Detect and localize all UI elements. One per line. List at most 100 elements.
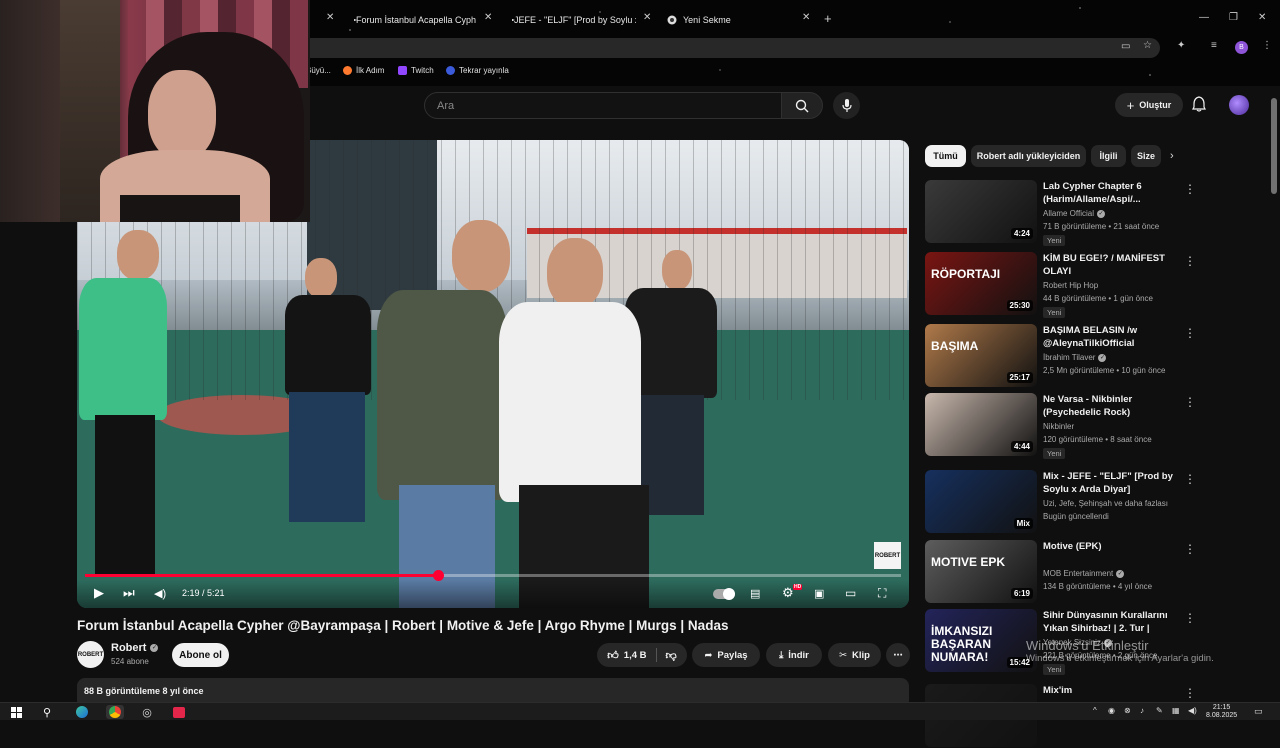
pen-icon[interactable]: ✎ <box>1156 706 1163 715</box>
microphone-icon[interactable]: ♪ <box>1140 706 1144 715</box>
bookmark-item[interactable]: Tekrar yayınla <box>446 66 509 75</box>
video-thumbnail[interactable]: BAŞIMA 25:17 <box>925 324 1037 387</box>
edge-icon[interactable] <box>75 705 89 719</box>
recommendation-item[interactable]: RÖPORTAJI 25:30 KİM BU EGE!? / MANİFEST OL… <box>925 252 1260 318</box>
search-icon[interactable]: ⚲ <box>40 705 54 719</box>
recommendation-item[interactable]: BAŞIMA 25:17 BAŞIMA BELASIN /w @AleynaTilk… <box>925 324 1260 388</box>
app-red-icon[interactable] <box>172 705 186 719</box>
video-thumbnail[interactable]: Mix <box>925 470 1037 533</box>
windows-start-icon[interactable] <box>9 705 23 719</box>
chip-for-you[interactable]: Size <box>1131 145 1161 167</box>
more-vertical-icon[interactable]: ⋮ <box>1184 542 1196 556</box>
tray-chevron-icon[interactable]: ^ <box>1093 706 1097 715</box>
chip-all[interactable]: Tümü <box>925 145 966 167</box>
recommendation-item[interactable]: Mix Mix - JEFE - "ELJF" [Prod by Soylu x … <box>925 470 1260 534</box>
tab-close-icon[interactable]: ✕ <box>326 12 334 23</box>
chip-from-uploader[interactable]: Robert adlı yükleyiciden <box>971 145 1086 167</box>
recommendation-title[interactable]: KİM BU EGE!? / MANİFEST OLAYI <box>1043 252 1183 278</box>
chip-related[interactable]: İlgili <box>1091 145 1126 167</box>
share-button[interactable]: ➦ Paylaş <box>692 643 760 667</box>
minimize-icon[interactable]: — <box>1199 12 1209 23</box>
tab-close-icon[interactable]: ✕ <box>484 12 492 23</box>
more-vertical-icon[interactable]: ⋮ <box>1184 395 1196 409</box>
bookmark-star-icon[interactable]: ☆ <box>1143 40 1152 51</box>
more-vertical-icon[interactable]: ⋮ <box>1184 611 1196 625</box>
download-button[interactable]: ⤓ İndir <box>766 643 822 667</box>
close-window-icon[interactable]: ✕ <box>1258 12 1266 23</box>
miniplayer-icon[interactable]: ▣ <box>814 587 824 600</box>
recommendation-channel[interactable]: Allame Official ✓ <box>1043 209 1105 218</box>
recommendation-title[interactable]: Mix - JEFE - "ELJF" [Prod by Soylu x Ard… <box>1043 470 1183 496</box>
tab-close-icon[interactable]: ✕ <box>643 12 651 23</box>
fullscreen-icon[interactable]: ⛶ <box>878 586 886 601</box>
subtitles-icon[interactable]: ▤ <box>750 587 760 600</box>
clip-button[interactable]: ✂ Klip <box>828 643 881 667</box>
profile-avatar[interactable]: B <box>1235 41 1248 54</box>
notification-center-icon[interactable]: ▭ <box>1254 706 1263 717</box>
video-thumbnail[interactable]: RÖPORTAJI 25:30 <box>925 252 1037 315</box>
network-icon[interactable]: ▦ <box>1172 706 1180 715</box>
search-button[interactable] <box>781 92 823 119</box>
more-vertical-icon[interactable]: ⋮ <box>1184 686 1196 700</box>
recommendation-title[interactable]: Sihir Dünyasının Kurallarını Yıkan Sihir… <box>1043 609 1183 636</box>
scrollbar[interactable] <box>1271 98 1277 194</box>
cast-icon[interactable]: ▭ <box>1121 41 1130 52</box>
channel-avatar[interactable]: ROBERT <box>77 641 104 668</box>
video-thumbnail[interactable]: 4:44 <box>925 393 1037 456</box>
tab-new-tab[interactable]: Yeni Sekme <box>667 9 787 31</box>
recommendation-channel[interactable]: MOB Entertainment ✓ <box>1043 569 1125 578</box>
recommendation-title[interactable]: Mix'im <box>1043 684 1183 697</box>
autoplay-toggle[interactable] <box>713 588 735 600</box>
recommendation-channel[interactable]: Uzi, Jefe, Şehinşah ve daha fazlası <box>1043 499 1168 508</box>
notifications-button[interactable] <box>1192 96 1206 117</box>
tab-forum-cypher[interactable]: Forum İstanbul Acapella Cypher <box>350 9 476 31</box>
volume-icon[interactable]: ◀) <box>154 587 166 600</box>
recommendation-title[interactable]: Ne Varsa - Nikbinler (Psychedelic Rock) <box>1043 393 1183 419</box>
video-thumbnail[interactable]: MOTIVE EPK 6:19 <box>925 540 1037 603</box>
create-button[interactable]: + Oluştur <box>1115 93 1183 117</box>
recommendation-channel[interactable]: İbrahim Tilaver ✓ <box>1043 353 1107 362</box>
play-icon[interactable]: ▶ <box>94 585 104 601</box>
like-button[interactable]: 👍︎ 1,4 B <box>607 649 646 662</box>
account-avatar[interactable] <box>1229 95 1249 115</box>
recommendation-title[interactable]: Motive (EPK) <box>1043 540 1183 553</box>
system-clock[interactable]: 21:15 8.08.2025 <box>1206 704 1237 720</box>
recommendation-channel[interactable]: Robert Hip Hop <box>1043 281 1098 290</box>
volume-icon[interactable]: ◀) <box>1188 706 1197 715</box>
more-vertical-icon[interactable]: ⋮ <box>1184 472 1196 486</box>
dislike-button[interactable]: 👎︎ <box>666 649 677 662</box>
more-vertical-icon[interactable]: ⋮ <box>1184 182 1196 196</box>
recommendation-title[interactable]: BAŞIMA BELASIN /w @AleynaTilkiOfficial <box>1043 324 1183 350</box>
theater-mode-icon[interactable]: ▭ <box>845 586 856 600</box>
recommendation-channel[interactable]: Nikbinler <box>1043 422 1074 431</box>
tab-close-icon[interactable]: ✕ <box>802 12 810 23</box>
chevron-right-icon[interactable]: › <box>1170 150 1174 162</box>
recommendation-item[interactable]: 4:44 Ne Varsa - Nikbinler (Psychedelic Ro… <box>925 393 1260 459</box>
tray-app-icon[interactable]: ⊗ <box>1124 706 1131 715</box>
bookmark-item[interactable]: Twitch <box>398 66 434 75</box>
settings-gear-icon[interactable]: ⚙ <box>782 585 794 601</box>
media-icon[interactable]: ≡ <box>1211 40 1217 51</box>
video-thumbnail[interactable]: 4:24 <box>925 180 1037 243</box>
recommendation-item[interactable]: MOTIVE EPK 6:19 Motive (EPK) MOB Entertainm… <box>925 540 1260 604</box>
extensions-icon[interactable]: ✦ <box>1177 40 1185 51</box>
search-input[interactable]: Ara <box>424 92 782 119</box>
more-actions-button[interactable]: ⋯ <box>886 643 910 667</box>
subscribe-button[interactable]: Abone ol <box>172 643 229 667</box>
chrome-icon[interactable] <box>106 705 124 719</box>
channel-name[interactable]: Robert ✓ <box>111 642 159 654</box>
progress-bar[interactable] <box>85 570 901 581</box>
voice-search-button[interactable] <box>833 92 860 119</box>
restore-icon[interactable]: ❐ <box>1229 12 1238 23</box>
tab-jefe[interactable]: JEFE - "ELJF" [Prod by Soylu x A <box>508 9 636 31</box>
more-vertical-icon[interactable]: ⋮ <box>1184 254 1196 268</box>
obs-icon[interactable]: ◎ <box>140 705 154 719</box>
tray-app-icon[interactable]: ◉ <box>1108 706 1115 715</box>
next-icon[interactable]: ⏭ <box>123 585 135 601</box>
menu-kebab-icon[interactable]: ⋮ <box>1262 40 1272 51</box>
bookmark-item[interactable]: İlk Adım <box>343 66 384 75</box>
address-bar[interactable] <box>300 38 1160 58</box>
more-vertical-icon[interactable]: ⋮ <box>1184 326 1196 340</box>
video-thumbnail[interactable]: İMKANSIZI BAŞARAN NUMARA! 15:42 <box>925 609 1037 672</box>
channel-watermark[interactable]: ROBERT <box>874 542 901 569</box>
